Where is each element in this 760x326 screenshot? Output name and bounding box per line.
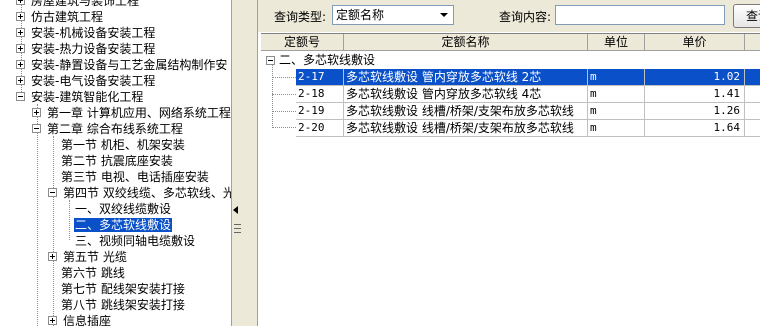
panel-splitter[interactable] — [232, 0, 258, 326]
tree-item-section-7[interactable]: 第七节 配线架安装打接 — [46, 281, 186, 297]
collapse-icon[interactable] — [16, 92, 25, 101]
collapse-icon[interactable] — [266, 56, 275, 65]
expand-icon[interactable] — [48, 316, 57, 325]
tree-item-section-5[interactable]: 第五节 光缆 — [48, 249, 128, 265]
grip-icon[interactable] — [234, 224, 241, 233]
expand-icon[interactable] — [16, 28, 25, 37]
column-header-unit[interactable]: 单位 — [588, 34, 645, 51]
table-row[interactable]: 2-20 多芯软线敷设 线槽/桥架/支架布放多芯软线 m 1.64 — [261, 120, 760, 137]
expand-icon[interactable] — [48, 252, 57, 261]
expand-icon[interactable] — [16, 12, 25, 21]
collapse-icon[interactable] — [32, 124, 41, 133]
cell-code: 2-17 — [296, 69, 344, 86]
quota-table: 定额号 定额名称 单位 单价 二、多芯软线敷设 2-17 多芯软线敷设 管内穿放… — [261, 33, 760, 326]
tree-item-section-6[interactable]: 第六节 跳线 — [46, 265, 126, 281]
cell-code: 2-18 — [296, 86, 344, 103]
tree-item-chapter-1[interactable]: 第一章 计算机应用、网络系统工程 — [32, 105, 231, 121]
tree-item-twisted-pair[interactable]: 一、双绞线缆敷设 — [60, 201, 172, 217]
expand-icon[interactable] — [16, 76, 25, 85]
cell-price: 1.26 — [645, 103, 745, 120]
query-toolbar: 查询类型: 定额名称 查询内容: 查询 — [258, 0, 760, 32]
category-tree[interactable]: 房屋建筑与装饰工程 仿古建筑工程 安装-机械设备安装工程 安装-热力设备安装工程… — [0, 0, 232, 326]
cell-extra — [745, 86, 760, 103]
quota-panel: 查询类型: 定额名称 查询内容: 查询 定额号 定额名称 单位 单价 二、多芯软… — [258, 0, 760, 326]
column-header-code[interactable]: 定额号 — [261, 34, 344, 51]
column-header-price[interactable]: 单价 — [645, 34, 745, 51]
cell-name: 多芯软线敷设 线槽/桥架/支架布放多芯软线 — [344, 120, 588, 137]
query-type-value: 定额名称 — [336, 8, 385, 22]
expand-icon[interactable] — [16, 0, 25, 5]
cell-code: 2-19 — [296, 103, 344, 120]
table-row[interactable]: 2-19 多芯软线敷设 线槽/桥架/支架布放多芯软线 m 1.26 — [261, 103, 760, 120]
expand-icon[interactable] — [16, 60, 25, 69]
tree-item-install-static[interactable]: 安装-静置设备与工艺金属结构制作安 — [16, 57, 228, 73]
cell-extra — [745, 69, 760, 86]
tree-item-section-3[interactable]: 第三节 电视、电话插座安装 — [46, 169, 210, 185]
query-type-label: 查询类型: — [274, 10, 327, 24]
cell-unit: m — [588, 120, 645, 137]
cell-unit: m — [588, 86, 645, 103]
cell-name: 多芯软线敷设 管内穿放多芯软线 4芯 — [344, 86, 588, 103]
cell-name: 多芯软线敷设 管内穿放多芯软线 2芯 — [344, 69, 588, 86]
query-content-input[interactable] — [555, 5, 725, 25]
cell-price: 1.64 — [645, 120, 745, 137]
tree-item-housing-decor[interactable]: 房屋建筑与装饰工程 — [16, 0, 140, 9]
cell-name: 多芯软线敷设 线槽/桥架/支架布放多芯软线 — [344, 103, 588, 120]
tree-item-section-4[interactable]: 第四节 双绞线缆、多芯软线、光 — [48, 185, 231, 201]
tree-item-antique[interactable]: 仿古建筑工程 — [16, 9, 104, 25]
cell-unit: m — [588, 69, 645, 86]
chevron-down-icon[interactable] — [436, 7, 452, 23]
query-type-select[interactable]: 定额名称 — [332, 5, 454, 25]
collapse-left-arrow-icon[interactable] — [233, 206, 238, 214]
tree-item-section-8[interactable]: 第八节 跳线架安装打接 — [46, 297, 186, 313]
tree-item-info-socket[interactable]: 信息插座 — [48, 313, 112, 326]
table-row[interactable]: 2-17 多芯软线敷设 管内穿放多芯软线 2芯 m 1.02 — [261, 69, 760, 86]
tree-item-section-1[interactable]: 第一节 机柜、机架安装 — [46, 137, 186, 153]
cell-code: 2-20 — [296, 120, 344, 137]
query-content-label: 查询内容: — [499, 10, 552, 24]
tree-item-install-heat[interactable]: 安装-热力设备安装工程 — [16, 41, 156, 57]
column-header-extra — [745, 34, 760, 51]
group-row[interactable]: 二、多芯软线敷设 — [261, 52, 760, 69]
tree-item-coax-cable[interactable]: 三、视频同轴电缆敷设 — [60, 233, 196, 249]
cell-extra — [745, 103, 760, 120]
group-label: 二、多芯软线敷设 — [279, 53, 376, 67]
cell-price: 1.41 — [645, 86, 745, 103]
tree-item-multicore-cable[interactable]: 二、多芯软线敷设 — [60, 217, 173, 233]
tree-item-chapter-2[interactable]: 第二章 综合布线系统工程 — [32, 121, 184, 137]
cell-price: 1.02 — [645, 69, 745, 86]
table-row[interactable]: 2-18 多芯软线敷设 管内穿放多芯软线 4芯 m 1.41 — [261, 86, 760, 103]
cell-extra — [745, 120, 760, 137]
column-header-name[interactable]: 定额名称 — [344, 34, 588, 51]
tree-connector-level1 — [37, 104, 38, 326]
cell-unit: m — [588, 103, 645, 120]
tree-item-install-smart[interactable]: 安装-建筑智能化工程 — [16, 89, 144, 105]
expand-icon[interactable] — [32, 108, 41, 117]
expand-icon[interactable] — [16, 44, 25, 53]
collapse-icon[interactable] — [48, 188, 57, 197]
query-button[interactable]: 查询 — [733, 4, 760, 28]
tree-item-section-2[interactable]: 第二节 抗震底座安装 — [46, 153, 174, 169]
tree-item-install-elec[interactable]: 安装-电气设备安装工程 — [16, 73, 156, 89]
tree-item-install-mech[interactable]: 安装-机械设备安装工程 — [16, 25, 156, 41]
